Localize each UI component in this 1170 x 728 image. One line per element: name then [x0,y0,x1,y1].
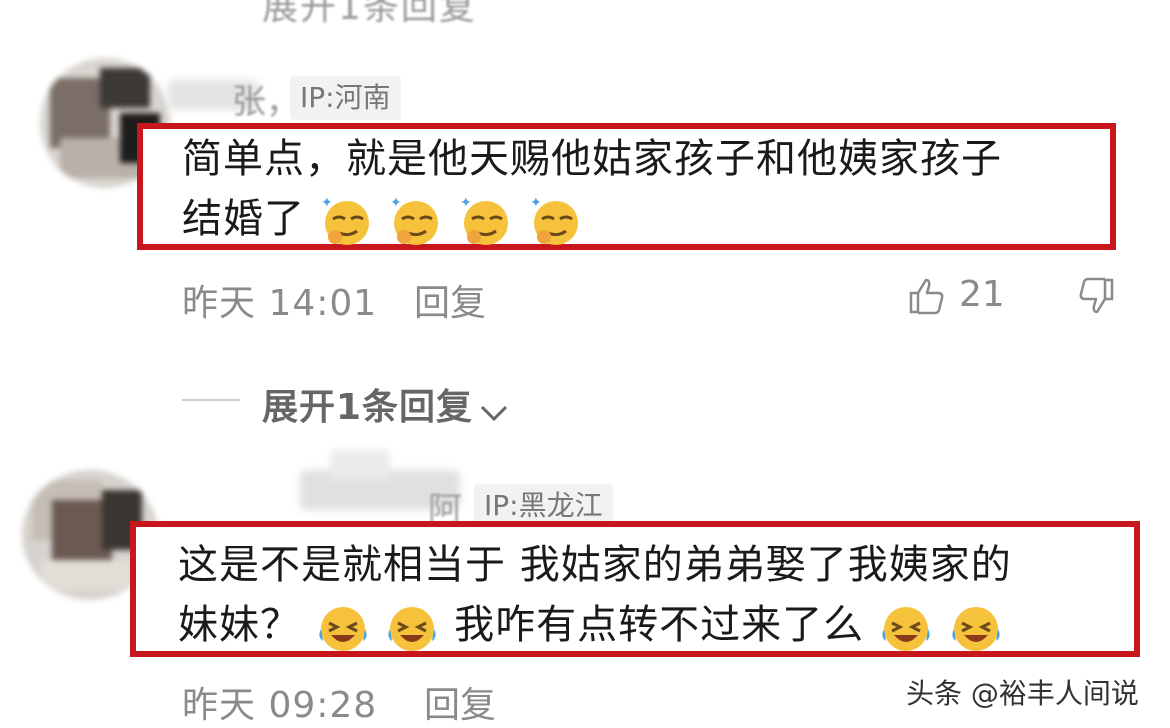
thumbs-up-icon [907,276,947,320]
comment-text-line: 结婚了 ✦ ✦ ✦ ✦ [182,188,584,250]
expand-replies-label: 展开1条回复 [262,387,474,428]
expand-divider [182,399,240,401]
svg-text:✦: ✦ [460,195,473,211]
like-button[interactable]: 21 [907,274,1007,320]
reply-button[interactable]: 回复 [414,274,486,326]
comment-timestamp: 昨天 09:28 [182,685,378,726]
laugh-cry-emoji-icon [384,599,440,655]
thumbs-down-icon [1076,277,1116,320]
previous-expand-replies-partial[interactable]: 展开1条回复 [262,0,477,30]
expand-replies-button[interactable]: 展开1条回复 [262,378,510,430]
comment-text-line: 这是不是就相当于 我姑家的弟弟娶了我姨家的 [178,542,1012,588]
comment-text-line: 妹妹？ 我咋有点转不过来了么 [178,594,1004,656]
laugh-cry-emoji-icon [948,599,1004,655]
smirk-emoji-icon: ✦ [319,193,375,249]
ip-location-tag: IP:河南 [290,76,401,120]
dislike-button[interactable] [1076,276,1116,320]
smirk-emoji-icon: ✦ [458,193,514,249]
comment-text: 结婚了 [182,196,305,242]
comment-timestamp: 昨天 14:01 [182,283,378,324]
svg-text:✦: ✦ [390,195,403,211]
laugh-cry-emoji-icon [315,599,371,655]
chevron-down-icon [478,401,510,429]
comment-text: 妹妹？ [178,602,301,648]
watermark: 头条 @裕丰人间说 [906,677,1139,710]
smirk-emoji-icon: ✦ [388,193,444,249]
comment-text-line: 简单点，就是他天赐他姑家孩子和他姨家孩子 [182,136,1002,182]
svg-text:✦: ✦ [321,195,334,211]
smirk-emoji-icon: ✦ [528,193,584,249]
svg-text:✦: ✦ [530,195,543,211]
like-count: 21 [959,274,1005,315]
comment-text: 我咋有点转不过来了么 [454,602,865,648]
reply-button[interactable]: 回复 [424,676,496,728]
laugh-cry-emoji-icon [878,599,934,655]
